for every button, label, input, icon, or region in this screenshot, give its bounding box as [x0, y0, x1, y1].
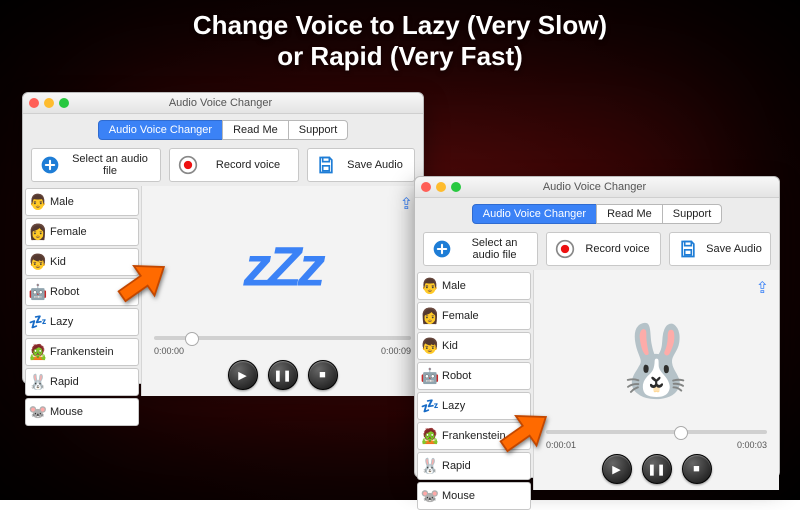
record-button[interactable]: Record voice — [546, 232, 661, 266]
voice-robot[interactable]: 🤖Robot — [25, 278, 139, 306]
close-icon[interactable] — [29, 98, 39, 108]
mouse-icon: 🐭 — [26, 403, 50, 421]
time-current: 0:00:01 — [546, 440, 576, 450]
voice-list: 👨Male 👩Female 👦Kid 🤖Robot 💤Lazy 🧟Franken… — [415, 270, 534, 490]
save-icon — [678, 239, 698, 259]
time-duration: 0:00:03 — [737, 440, 767, 450]
voice-mouse[interactable]: 🐭Mouse — [25, 398, 139, 426]
save-icon — [316, 155, 336, 175]
select-file-button[interactable]: Select an audio file — [423, 232, 538, 266]
frankenstein-icon: 🧟 — [26, 343, 50, 361]
voice-rapid[interactable]: 🐰Rapid — [417, 452, 531, 480]
voice-female[interactable]: 👩Female — [417, 302, 531, 330]
app-window-1: Audio Voice Changer Audio Voice Changer … — [22, 92, 424, 384]
voice-frankenstein[interactable]: 🧟Frankenstein — [417, 422, 531, 450]
slider-knob[interactable] — [185, 332, 199, 346]
male-icon: 👨 — [26, 193, 50, 211]
voice-rapid[interactable]: 🐰Rapid — [25, 368, 139, 396]
preview-art: 🐰 — [613, 321, 700, 403]
tab-support[interactable]: Support — [662, 204, 723, 224]
voice-male[interactable]: 👨Male — [25, 188, 139, 216]
frankenstein-icon: 🧟 — [418, 427, 442, 445]
voice-list: 👨Male 👩Female 👦Kid 🤖Robot 💤Lazy 🧟Franken… — [23, 186, 142, 396]
pause-button[interactable]: ❚❚ — [642, 454, 672, 484]
mouse-icon: 🐭 — [418, 487, 442, 505]
promo-headline: Change Voice to Lazy (Very Slow) or Rapi… — [0, 10, 800, 72]
minimize-icon[interactable] — [44, 98, 54, 108]
lazy-icon: 💤 — [418, 397, 442, 415]
tab-changer[interactable]: Audio Voice Changer — [98, 120, 223, 140]
voice-frankenstein[interactable]: 🧟Frankenstein — [25, 338, 139, 366]
tab-readme[interactable]: Read Me — [596, 204, 663, 224]
share-icon[interactable]: ⇪ — [756, 278, 769, 298]
play-button[interactable]: ▶ — [228, 360, 258, 390]
segmented-tabs: Audio Voice Changer Read Me Support — [23, 114, 423, 144]
voice-kid[interactable]: 👦Kid — [417, 332, 531, 360]
app-window-2: Audio Voice Changer Audio Voice Changer … — [414, 176, 780, 478]
voice-male[interactable]: 👨Male — [417, 272, 531, 300]
slider-knob[interactable] — [674, 426, 688, 440]
voice-robot[interactable]: 🤖Robot — [417, 362, 531, 390]
voice-kid[interactable]: 👦Kid — [25, 248, 139, 276]
record-icon — [555, 239, 575, 259]
record-button[interactable]: Record voice — [169, 148, 299, 182]
female-icon: 👩 — [418, 307, 442, 325]
save-button[interactable]: Save Audio — [307, 148, 415, 182]
rapid-icon: 🐰 — [418, 457, 442, 475]
time-current: 0:00:00 — [154, 346, 184, 356]
voice-lazy[interactable]: 💤Lazy — [417, 392, 531, 420]
preview-canvas: ⇪ 🐰 0:00:01 0:00:03 ▶ ❚❚ ■ — [534, 270, 779, 490]
tab-support[interactable]: Support — [288, 120, 349, 140]
robot-icon: 🤖 — [418, 367, 442, 385]
play-button[interactable]: ▶ — [602, 454, 632, 484]
voice-mouse[interactable]: 🐭Mouse — [417, 482, 531, 510]
rapid-icon: 🐰 — [26, 373, 50, 391]
kid-icon: 👦 — [26, 253, 50, 271]
preview-canvas: ⇪ zZz 0:00:00 0:00:09 ▶ ❚❚ ■ — [142, 186, 423, 396]
save-button[interactable]: Save Audio — [669, 232, 771, 266]
female-icon: 👩 — [26, 223, 50, 241]
preview-art: zZz — [243, 233, 321, 298]
zoom-icon[interactable] — [451, 182, 461, 192]
time-duration: 0:00:09 — [381, 346, 411, 356]
voice-lazy[interactable]: 💤Lazy — [25, 308, 139, 336]
playback-slider[interactable] — [546, 430, 767, 434]
voice-female[interactable]: 👩Female — [25, 218, 139, 246]
playback-slider[interactable] — [154, 336, 411, 340]
close-icon[interactable] — [421, 182, 431, 192]
share-icon[interactable]: ⇪ — [400, 194, 413, 214]
male-icon: 👨 — [418, 277, 442, 295]
window-title: Audio Voice Changer — [461, 181, 728, 193]
plus-icon — [40, 155, 60, 175]
window-title: Audio Voice Changer — [69, 97, 372, 109]
plus-icon — [432, 239, 452, 259]
robot-icon: 🤖 — [26, 283, 50, 301]
record-icon — [178, 155, 198, 175]
tab-readme[interactable]: Read Me — [222, 120, 289, 140]
minimize-icon[interactable] — [436, 182, 446, 192]
select-file-button[interactable]: Select an audio file — [31, 148, 161, 182]
titlebar[interactable]: Audio Voice Changer — [415, 177, 779, 198]
kid-icon: 👦 — [418, 337, 442, 355]
pause-button[interactable]: ❚❚ — [268, 360, 298, 390]
zoom-icon[interactable] — [59, 98, 69, 108]
stop-button[interactable]: ■ — [682, 454, 712, 484]
lazy-icon: 💤 — [26, 313, 50, 331]
segmented-tabs: Audio Voice Changer Read Me Support — [415, 198, 779, 228]
tab-changer[interactable]: Audio Voice Changer — [472, 204, 597, 224]
stop-button[interactable]: ■ — [308, 360, 338, 390]
titlebar[interactable]: Audio Voice Changer — [23, 93, 423, 114]
